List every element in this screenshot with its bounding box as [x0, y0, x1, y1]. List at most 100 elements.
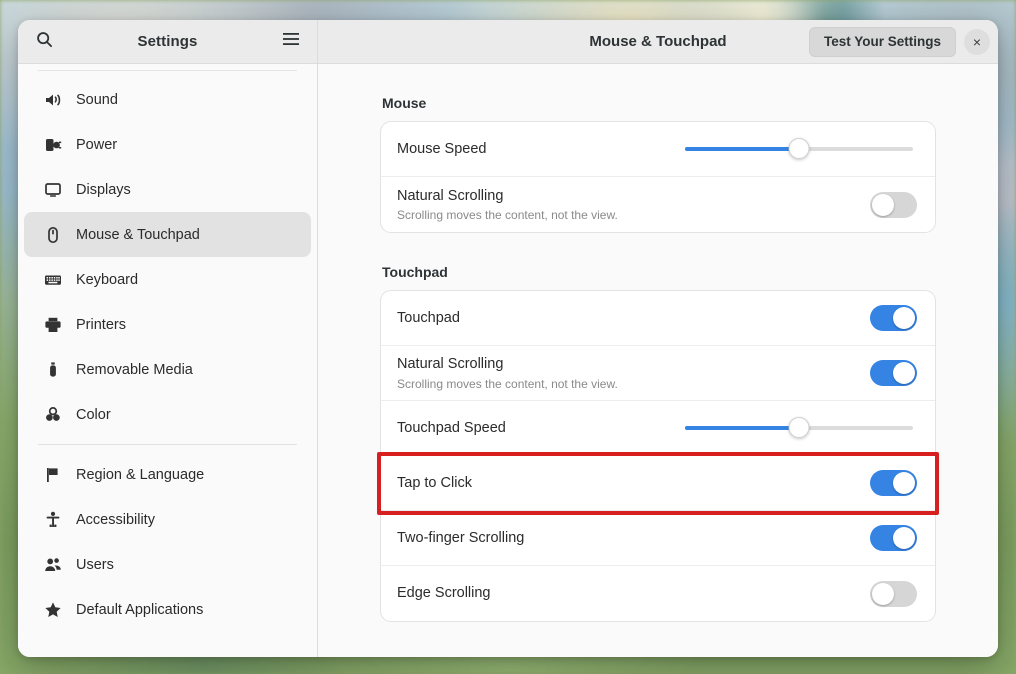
- sidebar-item-default-applications[interactable]: Default Applications: [24, 587, 311, 632]
- sidebar-item-label: Removable Media: [76, 361, 193, 378]
- test-your-settings-button[interactable]: Test Your Settings: [808, 26, 956, 57]
- sidebar-item-label: Keyboard: [76, 271, 139, 288]
- sidebar-item-color[interactable]: Color: [24, 392, 311, 437]
- row-text: Tap to Click: [397, 474, 870, 492]
- sidebar-top-divider: [38, 70, 297, 71]
- sidebar-divider: [38, 444, 297, 445]
- row-touchpad-natural-scrolling[interactable]: Natural Scrolling Scrolling moves the co…: [381, 346, 935, 401]
- sidebar-item-mouse-touchpad[interactable]: Mouse & Touchpad: [24, 212, 311, 257]
- sidebar-item-keyboard[interactable]: Keyboard: [24, 257, 311, 302]
- row-label: Tap to Click: [397, 474, 472, 491]
- edge-scrolling-toggle[interactable]: [870, 580, 917, 607]
- toggle-knob: [893, 307, 915, 329]
- row-sublabel: Scrolling moves the content, not the vie…: [397, 208, 618, 223]
- row-text: Touchpad Speed: [397, 419, 685, 437]
- color-circles-icon: [44, 406, 62, 424]
- toggle-knob: [872, 193, 894, 216]
- sidebar-item-power[interactable]: Power: [24, 122, 311, 167]
- search-button[interactable]: [28, 26, 60, 58]
- toggle-knob: [872, 582, 894, 605]
- slider-thumb[interactable]: [788, 417, 810, 438]
- row-touchpad-speed[interactable]: Touchpad Speed: [381, 401, 935, 456]
- row-label: Touchpad: [397, 309, 460, 326]
- sidebar-item-label: Power: [76, 136, 118, 153]
- sidebar-item-label: Accessibility: [76, 511, 155, 528]
- sidebar-item-sound[interactable]: Sound: [24, 77, 311, 122]
- row-mouse-natural-scrolling[interactable]: Natural Scrolling Scrolling moves the co…: [381, 177, 935, 232]
- sidebar-item-users[interactable]: Users: [24, 542, 311, 587]
- sidebar[interactable]: Sound Power Displays Mouse & Touchpad Ke…: [18, 64, 318, 657]
- monitor-icon: [44, 181, 62, 199]
- touchpad-settings-card: Touchpad Natural Scrolling Scrolling mov…: [380, 290, 936, 622]
- sidebar-item-label: Printers: [76, 316, 126, 333]
- row-sublabel: Scrolling moves the content, not the vie…: [397, 376, 618, 391]
- hamburger-menu-icon: [282, 32, 300, 51]
- speaker-icon: [44, 91, 62, 109]
- mouse-group-title: Mouse: [382, 95, 427, 111]
- row-text: Touchpad: [397, 309, 870, 327]
- close-icon: ×: [972, 33, 982, 50]
- tap-to-click-toggle[interactable]: [870, 470, 917, 496]
- mouse-speed-slider[interactable]: [685, 138, 913, 160]
- row-mouse-speed[interactable]: Mouse Speed: [381, 122, 935, 177]
- row-label: Touchpad Speed: [397, 419, 506, 436]
- touchpad-toggle[interactable]: [870, 305, 917, 331]
- settings-window: Settings Mouse & Touchpad Test Your Sett…: [18, 20, 998, 657]
- row-text: Natural Scrolling Scrolling moves the co…: [397, 187, 870, 222]
- power-plug-icon: [44, 136, 62, 154]
- mouse-natural-scrolling-toggle[interactable]: [870, 191, 917, 218]
- row-label: Edge Scrolling: [397, 585, 491, 602]
- row-label: Mouse Speed: [397, 140, 487, 157]
- slider-fill: [685, 426, 799, 430]
- flag-icon: [44, 466, 62, 484]
- sidebar-item-accessibility[interactable]: Accessibility: [24, 497, 311, 542]
- sidebar-item-removable-media[interactable]: Removable Media: [24, 347, 311, 392]
- toggle-knob: [893, 362, 915, 384]
- row-tap-to-click[interactable]: Tap to Click: [381, 456, 935, 511]
- close-window-button[interactable]: ×: [964, 28, 990, 55]
- headerbar-left: Settings: [18, 20, 318, 63]
- touchpad-speed-slider[interactable]: [685, 417, 913, 439]
- printer-icon: [44, 316, 62, 334]
- window-body: Sound Power Displays Mouse & Touchpad Ke…: [18, 64, 998, 657]
- sidebar-item-label: Region & Language: [76, 466, 205, 483]
- row-label: Natural Scrolling: [397, 356, 504, 373]
- sidebar-item-label: Displays: [76, 181, 131, 198]
- sidebar-item-printers[interactable]: Printers: [24, 302, 311, 347]
- touchpad-group-title: Touchpad: [382, 264, 448, 280]
- sidebar-item-label: Color: [76, 406, 111, 423]
- row-text: Two-finger Scrolling: [397, 529, 870, 547]
- toggle-knob: [893, 472, 915, 494]
- touchpad-natural-scrolling-toggle[interactable]: [870, 360, 917, 386]
- sidebar-bottom-fade: [18, 641, 317, 657]
- row-two-finger-scrolling[interactable]: Two-finger Scrolling: [381, 511, 935, 566]
- settings-content-scroll-area[interactable]: Mouse Mouse Speed Natural Scrolling Scro…: [318, 64, 998, 657]
- sidebar-item-displays[interactable]: Displays: [24, 167, 311, 212]
- accessibility-icon: [44, 511, 62, 529]
- users-icon: [44, 556, 62, 574]
- row-edge-scrolling[interactable]: Edge Scrolling: [381, 566, 935, 621]
- row-label: Natural Scrolling: [397, 187, 504, 204]
- sidebar-item-label: Sound: [76, 91, 118, 108]
- toggle-knob: [893, 527, 915, 549]
- slider-thumb[interactable]: [788, 138, 810, 159]
- headerbar-right: Mouse & Touchpad Test Your Settings ×: [318, 20, 998, 63]
- row-touchpad-enable[interactable]: Touchpad: [381, 291, 935, 346]
- search-icon: [36, 31, 53, 53]
- row-text: Natural Scrolling Scrolling moves the co…: [397, 355, 870, 390]
- sidebar-item-label: Users: [76, 556, 114, 573]
- main-menu-button[interactable]: [275, 26, 307, 58]
- sidebar-item-label: Default Applications: [76, 601, 204, 618]
- slider-fill: [685, 147, 799, 151]
- row-text: Edge Scrolling: [397, 584, 870, 602]
- mouse-settings-card: Mouse Speed Natural Scrolling Scrolling …: [380, 121, 936, 233]
- row-text: Mouse Speed: [397, 140, 685, 158]
- sidebar-item-label: Mouse & Touchpad: [76, 226, 200, 243]
- window-headerbar: Settings Mouse & Touchpad Test Your Sett…: [18, 20, 998, 64]
- sidebar-item-region-language[interactable]: Region & Language: [24, 452, 311, 497]
- usb-drive-icon: [44, 361, 62, 379]
- mouse-icon: [44, 226, 62, 244]
- keyboard-icon: [44, 271, 62, 289]
- row-label: Two-finger Scrolling: [397, 529, 525, 546]
- two-finger-scrolling-toggle[interactable]: [870, 525, 917, 551]
